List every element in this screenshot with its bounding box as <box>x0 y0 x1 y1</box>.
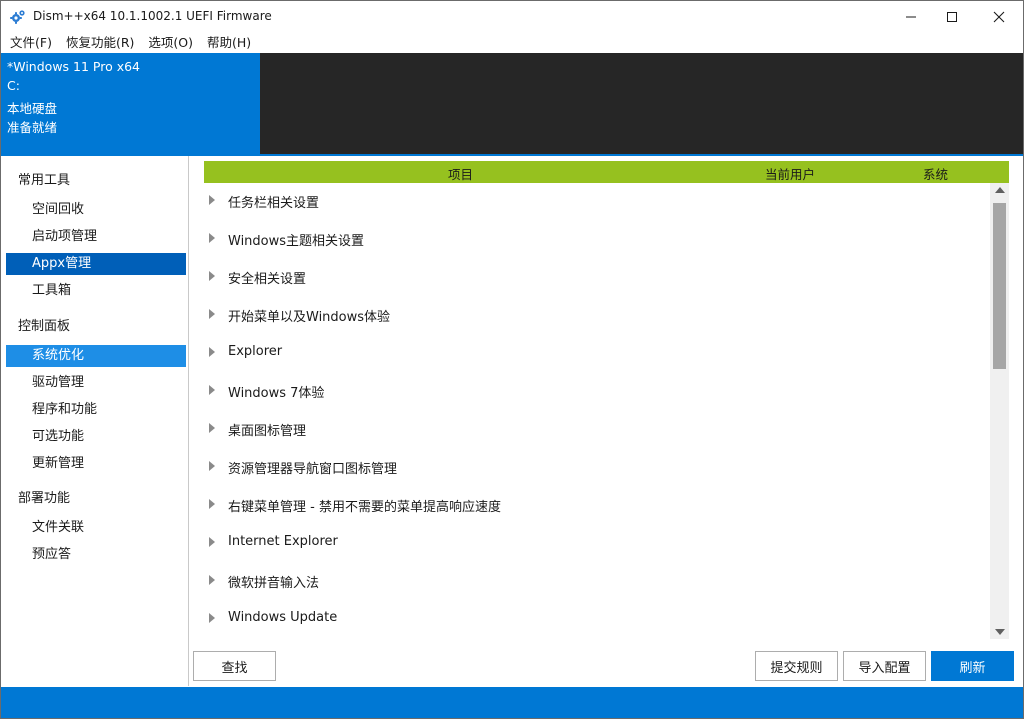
optimization-list: 任务栏相关设置 Windows主题相关设置 安全相关设置 开始菜单以及Windo… <box>204 183 990 639</box>
close-button[interactable] <box>976 1 1022 32</box>
column-header-item[interactable]: 项目 <box>448 164 473 183</box>
list-item[interactable]: Windows主题相关设置 <box>204 227 990 251</box>
expand-arrow-icon[interactable] <box>209 385 215 395</box>
menu-options[interactable]: 选项(O) <box>143 32 198 53</box>
sidebar-item-optional-features[interactable]: 可选功能 <box>6 426 186 448</box>
list-item-label: Explorer <box>228 344 283 359</box>
sidebar-item-label: Appx管理 <box>32 256 92 271</box>
list-item-label: 微软拼音输入法 <box>228 576 320 591</box>
sidebar-item-label: 启动项管理 <box>32 229 98 244</box>
sidebar-item-label: 预应答 <box>32 547 72 562</box>
list-item-label: Windows主题相关设置 <box>228 234 365 249</box>
sidebar-category-common-tools: 常用工具 <box>18 173 71 188</box>
sidebar-item-updates[interactable]: 更新管理 <box>6 453 186 475</box>
sidebar-item-label: 更新管理 <box>32 456 85 471</box>
expand-arrow-icon[interactable] <box>209 499 215 509</box>
sidebar-item-label: 系统优化 <box>32 348 85 363</box>
expand-arrow-icon[interactable] <box>209 423 215 433</box>
list-item-label: Windows Update <box>228 610 338 625</box>
refresh-button[interactable]: 刷新 <box>931 651 1014 681</box>
sidebar-item-drivers[interactable]: 驱动管理 <box>6 372 186 394</box>
sidebar-item-toolbox[interactable]: 工具箱 <box>6 280 186 302</box>
sidebar-item-startup[interactable]: 启动项管理 <box>6 226 186 248</box>
list-item-label: 右键菜单管理 - 禁用不需要的菜单提高响应速度 <box>228 500 501 515</box>
list-item[interactable]: Windows 7体验 <box>204 379 990 403</box>
sidebar-item-appx[interactable]: Appx管理 <box>6 253 186 275</box>
menu-file[interactable]: 文件(F) <box>5 32 57 53</box>
menu-help[interactable]: 帮助(H) <box>202 32 256 53</box>
column-header-system[interactable]: 系统 <box>923 164 948 183</box>
submit-rules-button[interactable]: 提交规则 <box>755 651 838 681</box>
app-window: Dism++x64 10.1.1002.1 UEFI Firmware 文件(F… <box>0 0 1024 719</box>
session-disk-type: 本地硬盘 <box>7 101 58 116</box>
gears-icon <box>10 9 26 25</box>
sidebar-item-label: 空间回收 <box>32 202 85 217</box>
expand-arrow-icon[interactable] <box>209 233 215 243</box>
list-item-label: Windows 7体验 <box>228 386 325 401</box>
session-info-panel[interactable]: *Windows 11 Pro x64 C: 本地硬盘 准备就绪 <box>1 53 260 154</box>
sidebar-item-label: 可选功能 <box>32 429 85 444</box>
list-item[interactable]: 右键菜单管理 - 禁用不需要的菜单提高响应速度 <box>204 493 990 517</box>
list-item[interactable]: 开始菜单以及Windows体验 <box>204 303 990 327</box>
list-item-label: 任务栏相关设置 <box>228 196 320 211</box>
sidebar-item-label: 驱动管理 <box>32 375 85 390</box>
session-list-area <box>260 53 1023 154</box>
sidebar-item-programs[interactable]: 程序和功能 <box>6 399 186 421</box>
session-drive: C: <box>7 78 20 93</box>
title-bar[interactable]: Dism++x64 10.1.1002.1 UEFI Firmware <box>1 1 1023 32</box>
list-item-label: 资源管理器导航窗口图标管理 <box>228 462 398 477</box>
session-status: 准备就绪 <box>7 120 58 135</box>
list-item-label: 安全相关设置 <box>228 272 307 287</box>
sidebar-category-control-panel: 控制面板 <box>18 319 71 334</box>
session-os: *Windows 11 Pro x64 <box>7 59 141 74</box>
sidebar: 常用工具 空间回收 启动项管理 Appx管理 工具箱 控制面板 系统优化 驱动管… <box>1 156 189 686</box>
list-item[interactable]: 任务栏相关设置 <box>204 189 990 213</box>
table-header: 项目 当前用户 系统 <box>204 161 1009 183</box>
menu-restore[interactable]: 恢复功能(R) <box>61 32 139 53</box>
scroll-thumb[interactable] <box>993 203 1006 369</box>
sidebar-item-label: 工具箱 <box>32 283 72 298</box>
sidebar-item-unattend[interactable]: 预应答 <box>6 544 186 566</box>
minimize-icon <box>905 11 917 23</box>
maximize-icon <box>946 11 958 23</box>
sidebar-item-space-reclaim[interactable]: 空间回收 <box>6 199 186 221</box>
list-item[interactable]: 资源管理器导航窗口图标管理 <box>204 455 990 479</box>
list-item[interactable]: Windows Update <box>204 607 990 631</box>
list-item-label: 开始菜单以及Windows体验 <box>228 310 391 325</box>
expand-arrow-icon[interactable] <box>209 195 215 205</box>
import-config-button[interactable]: 导入配置 <box>843 651 926 681</box>
sidebar-item-label: 程序和功能 <box>32 402 98 417</box>
window-title: Dism++x64 10.1.1002.1 UEFI Firmware <box>33 9 272 23</box>
list-item[interactable]: Explorer <box>204 341 990 365</box>
scroll-down-icon[interactable] <box>995 629 1005 635</box>
expand-arrow-icon[interactable] <box>209 537 215 547</box>
menu-bar: 文件(F) 恢复功能(R) 选项(O) 帮助(H) <box>1 32 1023 53</box>
list-item-label: Internet Explorer <box>228 534 338 549</box>
find-button[interactable]: 查找 <box>193 651 276 681</box>
sidebar-item-system-optimize[interactable]: 系统优化 <box>6 345 186 367</box>
list-item[interactable]: Internet Explorer <box>204 531 990 555</box>
minimize-button[interactable] <box>888 1 934 32</box>
expand-arrow-icon[interactable] <box>209 347 215 357</box>
vertical-scrollbar[interactable] <box>990 183 1009 639</box>
expand-arrow-icon[interactable] <box>209 271 215 281</box>
maximize-button[interactable] <box>929 1 975 32</box>
expand-arrow-icon[interactable] <box>209 309 215 319</box>
expand-arrow-icon[interactable] <box>209 613 215 623</box>
scroll-up-icon[interactable] <box>995 187 1005 193</box>
sidebar-item-file-assoc[interactable]: 文件关联 <box>6 517 186 539</box>
expand-arrow-icon[interactable] <box>209 461 215 471</box>
list-item[interactable]: 微软拼音输入法 <box>204 569 990 593</box>
close-icon <box>993 11 1005 23</box>
expand-arrow-icon[interactable] <box>209 575 215 585</box>
column-header-current-user[interactable]: 当前用户 <box>765 164 815 183</box>
list-item[interactable]: 桌面图标管理 <box>204 417 990 441</box>
status-bar <box>1 687 1023 718</box>
list-item-label: 桌面图标管理 <box>228 424 307 439</box>
list-item[interactable]: 安全相关设置 <box>204 265 990 289</box>
sidebar-item-label: 文件关联 <box>32 520 85 535</box>
sidebar-category-deploy: 部署功能 <box>18 491 71 506</box>
